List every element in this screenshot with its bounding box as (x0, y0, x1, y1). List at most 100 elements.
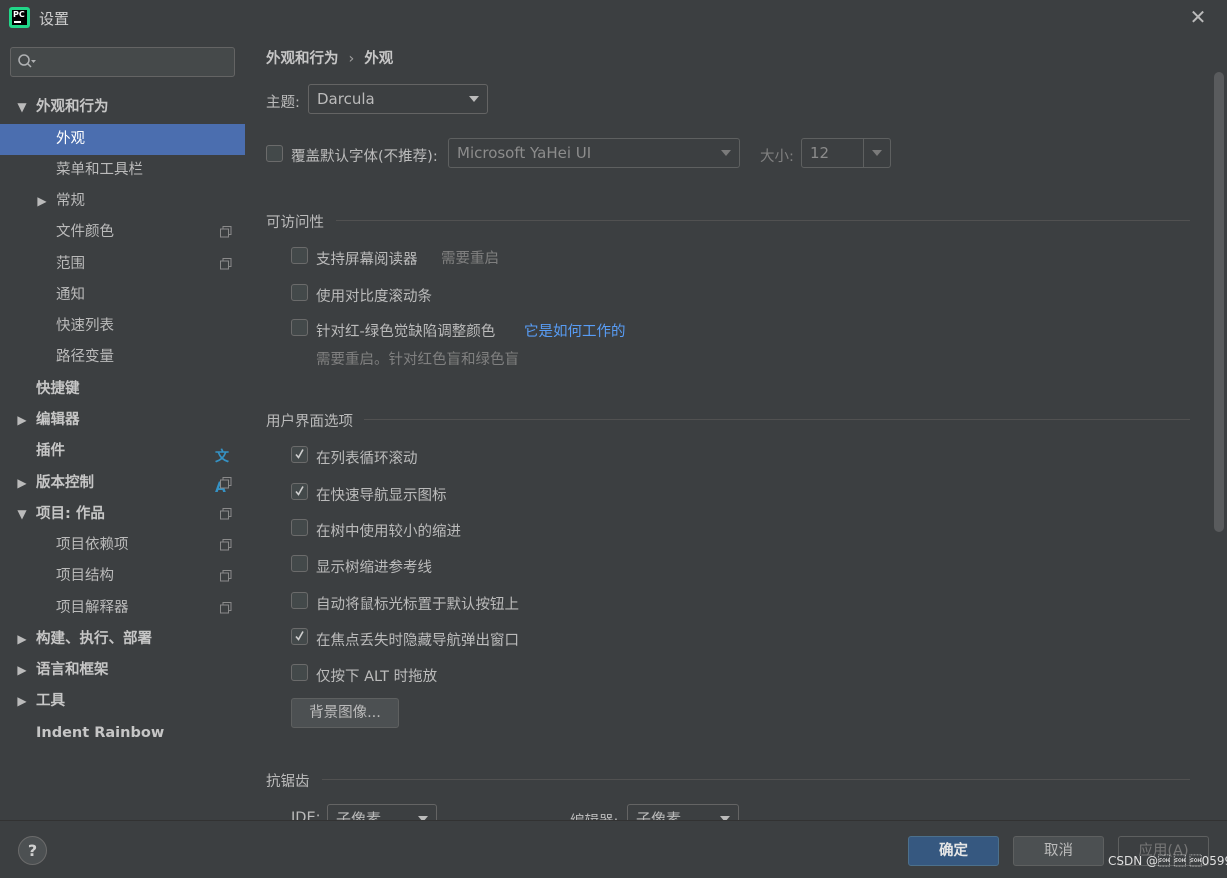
expand-right-arrow-icon[interactable]: ▶ (15, 686, 29, 717)
sidebar-item-label: 语言和框架 (36, 662, 109, 678)
how-it-works-link[interactable]: 它是如何工作的 (524, 320, 626, 341)
search-text[interactable] (41, 51, 226, 73)
ui-option-checkbox[interactable] (291, 555, 308, 572)
ui-option-label: 在焦点丢失时隐藏导航弹出窗口 (316, 633, 519, 649)
dialog-footer: ? 确定 取消 应用(A) CSDN @  0599 (0, 820, 1227, 878)
sidebar-item-label: 构建、执行、部署 (36, 631, 152, 647)
sidebar-item[interactable]: ▶ 编辑器 (0, 405, 245, 436)
cancel-button[interactable]: 取消 (1013, 836, 1104, 866)
theme-label: 主题: (266, 95, 300, 111)
accessibility-section-title: 可访问性 (266, 215, 324, 231)
sidebar-item-label: 版本控制 (36, 475, 94, 491)
contrast-scrollbars-label: 使用对比度滚动条 (316, 289, 432, 305)
sidebar-item[interactable]: ▶ 常规 (0, 186, 245, 217)
close-icon[interactable]: ✕ (1188, 6, 1208, 28)
chevron-down-icon (469, 96, 479, 102)
sidebar-item-label: 项目依赖项 (56, 537, 129, 553)
color-deficiency-checkbox[interactable] (291, 319, 308, 336)
ui-option-label: 在快速导航显示图标 (316, 488, 447, 504)
check-icon (295, 631, 304, 641)
color-deficiency-note: 需要重启。针对红色盲和绿色盲 (316, 352, 519, 368)
screen-reader-checkbox[interactable] (291, 247, 308, 264)
font-family-value: Microsoft YaHei UI (457, 144, 592, 162)
sidebar-item-label: 通知 (56, 287, 85, 303)
antialiasing-divider (322, 779, 1190, 780)
ui-option-checkbox[interactable] (291, 519, 308, 536)
ok-button[interactable]: 确定 (908, 836, 999, 866)
override-font-checkbox[interactable] (266, 145, 283, 162)
sidebar-item[interactable]: ▶ 工具 (0, 686, 245, 717)
sidebar-item[interactable]: 项目解释器 (0, 593, 245, 624)
antialiasing-section-title: 抗锯齿 (266, 774, 310, 790)
sidebar-item-label: 路径变量 (56, 349, 114, 365)
screen-reader-label: 支持屏幕阅读器 (316, 252, 418, 268)
sidebar-item-label: 快捷键 (36, 381, 80, 397)
font-size-label: 大小: (760, 149, 794, 165)
copy-icon (220, 539, 232, 551)
ui-option-checkbox[interactable] (291, 628, 308, 645)
theme-select[interactable]: Darcula (308, 84, 488, 114)
sidebar-item[interactable]: 项目依赖项 (0, 530, 245, 561)
breadcrumb: 外观和行为 › 外观 (266, 47, 393, 68)
sidebar-item[interactable]: 项目结构 (0, 561, 245, 592)
breadcrumb-current: 外观 (364, 51, 394, 67)
copy-icon (220, 477, 232, 489)
copy-icon (220, 226, 232, 238)
sidebar-item-label: 文件颜色 (56, 224, 114, 240)
expand-down-arrow-icon[interactable]: ▼ (15, 92, 29, 123)
font-size-value: 12 (810, 144, 830, 162)
color-deficiency-label: 针对红-绿色觉缺陷调整颜色 (316, 324, 496, 340)
ui-options-divider (364, 419, 1190, 420)
ui-option-checkbox[interactable] (291, 483, 308, 500)
chevron-down-icon (721, 150, 731, 156)
help-button[interactable]: ? (18, 836, 47, 865)
sidebar-item[interactable]: ▶ 版本控制 (0, 468, 245, 499)
sidebar-item[interactable]: ▶ 构建、执行、部署 (0, 624, 245, 655)
sidebar-item-label: 菜单和工具栏 (56, 162, 143, 178)
expand-right-arrow-icon[interactable]: ▶ (15, 468, 29, 499)
sidebar-item[interactable]: 范围 (0, 249, 245, 280)
sidebar-item[interactable]: 通知 (0, 280, 245, 311)
theme-value: Darcula (317, 90, 375, 108)
ui-option-checkbox[interactable] (291, 664, 308, 681)
font-family-select[interactable]: Microsoft YaHei UI (448, 138, 740, 168)
ui-option-checkbox[interactable] (291, 592, 308, 609)
expand-down-arrow-icon[interactable]: ▼ (15, 499, 29, 530)
breadcrumb-separator: › (348, 51, 355, 67)
content-scrollbar[interactable] (1214, 72, 1224, 532)
sidebar-item[interactable]: 快速列表 (0, 311, 245, 342)
expand-right-arrow-icon[interactable]: ▶ (15, 405, 29, 436)
contrast-scrollbars-checkbox[interactable] (291, 284, 308, 301)
ide-antialiasing-select[interactable]: 子像素 (327, 804, 437, 820)
copy-icon (220, 602, 232, 614)
ui-option-label: 仅按下 ALT 时拖放 (316, 669, 438, 685)
sidebar-item-label: 常规 (56, 193, 85, 209)
sidebar-item[interactable]: ▼ 外观和行为 (0, 92, 245, 123)
title-bar: PC 设置 ✕ (0, 0, 1227, 36)
expand-right-arrow-icon[interactable]: ▶ (15, 624, 29, 655)
sidebar-item[interactable]: ▶ 语言和框架 (0, 655, 245, 686)
copy-icon (220, 570, 232, 582)
ui-option-checkbox[interactable] (291, 446, 308, 463)
sidebar-item[interactable]: 外观 (0, 124, 245, 155)
sidebar-item[interactable]: Indent Rainbow (0, 718, 245, 749)
search-input[interactable] (10, 47, 235, 77)
sidebar-item[interactable]: ▼ 项目: 作品 (0, 499, 245, 530)
expand-right-arrow-icon[interactable]: ▶ (15, 655, 29, 686)
editor-antialiasing-select[interactable]: 子像素 (627, 804, 739, 820)
editor-antialiasing-label: 编辑器: (570, 810, 618, 820)
chevron-down-icon (872, 150, 882, 156)
sidebar-item[interactable]: 路径变量 (0, 342, 245, 373)
sidebar-item-label: 编辑器 (36, 412, 80, 428)
sidebar-item[interactable]: 快捷键 (0, 374, 245, 405)
translate-icon: 文A (215, 449, 229, 496)
sidebar-item[interactable]: 插件 文A (0, 436, 245, 496)
sidebar-item[interactable]: 菜单和工具栏 (0, 155, 245, 186)
breadcrumb-parent[interactable]: 外观和行为 (266, 51, 339, 67)
expand-right-arrow-icon[interactable]: ▶ (35, 186, 49, 217)
sidebar-item[interactable]: 文件颜色 (0, 217, 245, 248)
pycharm-logo-icon: PC (9, 7, 30, 28)
font-size-select[interactable]: 12 (801, 138, 891, 168)
background-image-button[interactable]: 背景图像... (291, 698, 399, 728)
copy-icon (220, 508, 232, 520)
